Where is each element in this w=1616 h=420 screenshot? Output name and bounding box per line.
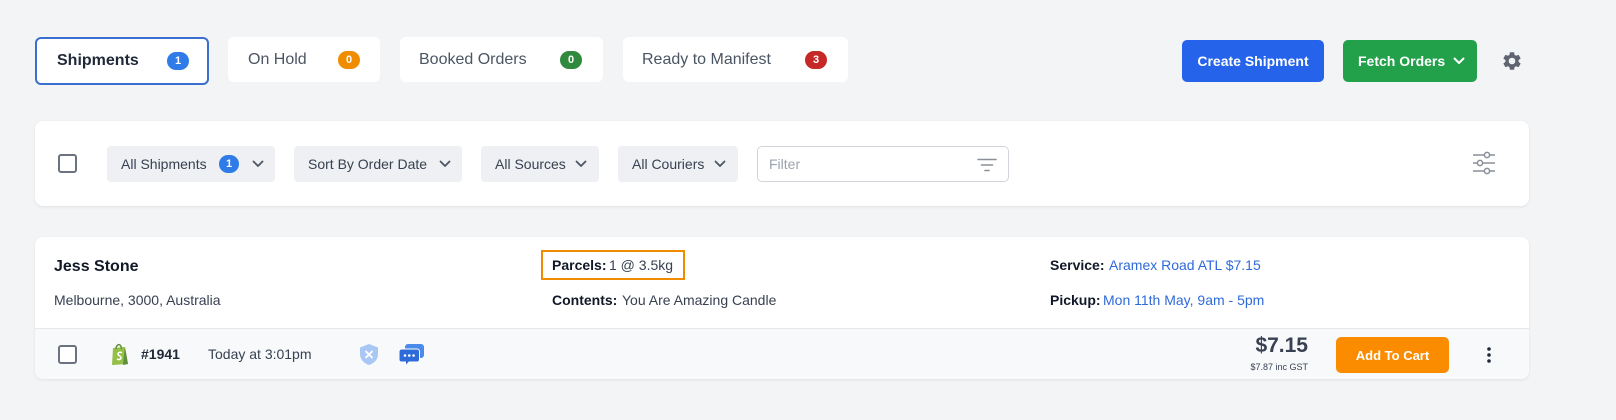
shipment-footer: #1941 Today at 3:01pm $7.15 $7.87 inc GS… <box>35 328 1529 379</box>
fetch-orders-button[interactable]: Fetch Orders <box>1343 40 1477 82</box>
fetch-orders-label: Fetch Orders <box>1358 53 1446 69</box>
order-time: Today at 3:01pm <box>208 346 312 362</box>
sort-label: Sort By Order Date <box>308 156 428 172</box>
shopify-bag-icon <box>112 343 128 365</box>
contents-label: Contents: <box>552 292 618 308</box>
filter-bar: All Shipments 1 Sort By Order Date All S… <box>35 121 1529 206</box>
all-shipments-label: All Shipments <box>121 156 207 172</box>
select-all-checkbox[interactable] <box>58 154 77 173</box>
tab-booked-orders[interactable]: Booked Orders 0 <box>400 37 603 82</box>
sources-dropdown[interactable]: All Sources <box>481 146 599 182</box>
more-vertical-icon[interactable] <box>1485 346 1493 364</box>
tab-label: Booked Orders <box>419 50 527 68</box>
shipment-card: Jess Stone Melbourne, 3000, Australia Pa… <box>35 237 1529 379</box>
create-shipment-button[interactable]: Create Shipment <box>1182 40 1324 82</box>
all-shipments-count-badge: 1 <box>219 155 239 173</box>
pickup-label: Pickup: <box>1050 292 1101 308</box>
tab-count-badge: 1 <box>167 52 189 70</box>
tab-ready-to-manifest[interactable]: Ready to Manifest 3 <box>623 37 848 82</box>
shipment-price-inc-gst: $7.87 inc GST <box>1250 362 1308 372</box>
contents-value: You Are Amazing Candle <box>622 292 777 308</box>
tab-label: On Hold <box>248 50 307 68</box>
tab-count-badge: 3 <box>805 50 827 69</box>
tab-count-badge: 0 <box>338 50 360 69</box>
shield-x-icon[interactable] <box>359 343 379 366</box>
pickup-link[interactable]: Mon 11th May, 9am - 5pm <box>1103 292 1264 308</box>
add-to-cart-label: Add To Cart <box>1355 347 1430 363</box>
chevron-down-icon <box>575 160 587 167</box>
chevron-down-icon <box>714 160 726 167</box>
parcels-value: 1 @ 3.5kg <box>609 257 674 273</box>
parcels-label: Parcels: <box>552 257 607 273</box>
service-label: Service: <box>1050 257 1105 273</box>
filter-field[interactable] <box>757 146 1009 182</box>
gear-icon[interactable] <box>1501 50 1523 72</box>
tab-shipments[interactable]: Shipments 1 <box>35 37 209 85</box>
couriers-label: All Couriers <box>632 156 705 172</box>
chevron-down-icon <box>1453 57 1465 64</box>
column-settings-sliders-icon[interactable] <box>1472 151 1496 175</box>
customer-address: Melbourne, 3000, Australia <box>54 292 221 308</box>
tab-label: Ready to Manifest <box>642 50 771 68</box>
filter-funnel-icon <box>977 158 997 172</box>
sort-dropdown[interactable]: Sort By Order Date <box>294 146 462 182</box>
service-link[interactable]: Aramex Road ATL $7.15 <box>1109 257 1261 273</box>
tab-on-hold[interactable]: On Hold 0 <box>228 37 380 82</box>
chevron-down-icon <box>252 160 264 167</box>
chat-bubbles-icon[interactable] <box>399 343 425 367</box>
filter-input[interactable] <box>769 147 969 181</box>
customer-name: Jess Stone <box>54 258 139 275</box>
tab-count-badge: 0 <box>560 50 582 69</box>
sources-label: All Sources <box>495 156 566 172</box>
all-shipments-dropdown[interactable]: All Shipments 1 <box>107 146 275 182</box>
shipment-checkbox[interactable] <box>58 345 77 364</box>
tab-label: Shipments <box>57 52 139 69</box>
couriers-dropdown[interactable]: All Couriers <box>618 146 738 182</box>
add-to-cart-button[interactable]: Add To Cart <box>1336 337 1449 373</box>
shipment-price: $7.15 <box>1255 334 1308 357</box>
order-number-link[interactable]: #1941 <box>141 346 180 362</box>
create-shipment-label: Create Shipment <box>1197 53 1309 69</box>
chevron-down-icon <box>439 160 451 167</box>
